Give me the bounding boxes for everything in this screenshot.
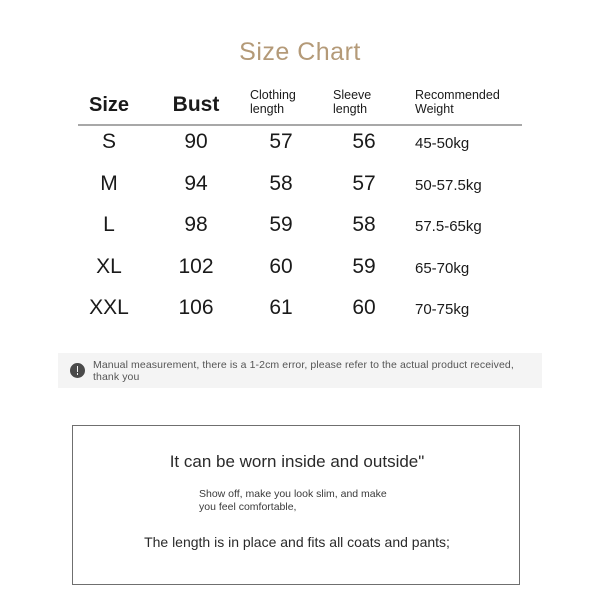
cell-clothing-length: 59: [269, 213, 293, 236]
measurement-notice-bar: Manual measurement, there is a 1-2cm err…: [58, 353, 542, 388]
cell-size: XL: [96, 254, 122, 278]
table-body: S 90 57 56 45-50kg M 94 58 57 50-57.5kg …: [78, 124, 522, 332]
column-header-clothing-length-line1: Clothing: [250, 88, 296, 102]
cell-recommended-weight: 65-70kg: [415, 259, 470, 277]
column-header-clothing-length-line2: length: [250, 102, 285, 116]
column-header-sleeve-length: Sleeve length: [333, 88, 407, 116]
cell-sleeve-length: 57: [352, 171, 376, 195]
cell-bust: 90: [184, 130, 208, 153]
description-footer: The length is in place and fits all coat…: [144, 534, 450, 550]
description-box: It can be worn inside and outside" Show …: [72, 425, 520, 585]
cell-clothing-length: 58: [269, 171, 293, 195]
cell-size: XXL: [89, 296, 129, 319]
cell-sleeve-length: 58: [352, 213, 376, 236]
cell-clothing-length: 60: [269, 254, 293, 278]
table-row: S 90 57 56 45-50kg: [78, 124, 522, 166]
cell-sleeve-length: 59: [352, 254, 376, 278]
cell-bust: 106: [178, 296, 214, 319]
column-header-size: Size: [88, 94, 130, 116]
cell-recommended-weight: 50-57.5kg: [415, 176, 482, 194]
cell-bust: 94: [184, 171, 208, 195]
cell-size: S: [101, 130, 116, 153]
description-subtext-line2: you feel comfortable,: [199, 501, 297, 513]
size-chart-table: Size Bust Clothing length Sleeve length …: [78, 86, 522, 332]
description-subtext-line1: Show off, make you look slim, and make: [199, 488, 387, 500]
page-title: Size Chart: [239, 38, 361, 66]
table-row: M 94 58 57 50-57.5kg: [78, 166, 522, 208]
column-header-sleeve-length-line2: length: [333, 102, 368, 116]
description-subtext: Show off, make you look slim, and make y…: [199, 488, 459, 514]
table-header-row: Size Bust Clothing length Sleeve length …: [78, 86, 522, 126]
description-headline: It can be worn inside and outside": [169, 452, 425, 471]
cell-bust: 98: [184, 213, 208, 236]
table-row: XXL 106 61 60 70-75kg: [78, 290, 522, 332]
cell-recommended-weight: 57.5-65kg: [415, 218, 482, 235]
size-chart-page: Size Chart Size Bust Clothing length Sle…: [0, 0, 600, 600]
measurement-notice-text: Manual measurement, there is a 1-2cm err…: [93, 358, 514, 383]
column-header-sleeve-length-line1: Sleeve: [333, 88, 372, 102]
column-header-recommended-weight-line1: Recommended: [415, 88, 500, 102]
table-row: XL 102 60 59 65-70kg: [78, 249, 522, 291]
cell-clothing-length: 57: [269, 130, 293, 153]
cell-sleeve-length: 60: [352, 296, 376, 319]
cell-recommended-weight: 70-75kg: [415, 301, 470, 318]
table-row: L 98 59 58 57.5-65kg: [78, 207, 522, 249]
cell-bust: 102: [178, 254, 214, 278]
exclamation-circle-icon: [70, 363, 85, 378]
cell-clothing-length: 61: [269, 296, 293, 319]
column-header-bust: Bust: [172, 93, 220, 116]
cell-sleeve-length: 56: [352, 130, 376, 153]
cell-recommended-weight: 45-50kg: [415, 135, 470, 152]
column-header-recommended-weight-line2: Weight: [415, 102, 454, 116]
cell-size: M: [100, 171, 118, 195]
column-header-recommended-weight: Recommended Weight: [415, 88, 522, 116]
cell-size: L: [103, 213, 115, 236]
column-header-clothing-length: Clothing length: [250, 88, 324, 116]
